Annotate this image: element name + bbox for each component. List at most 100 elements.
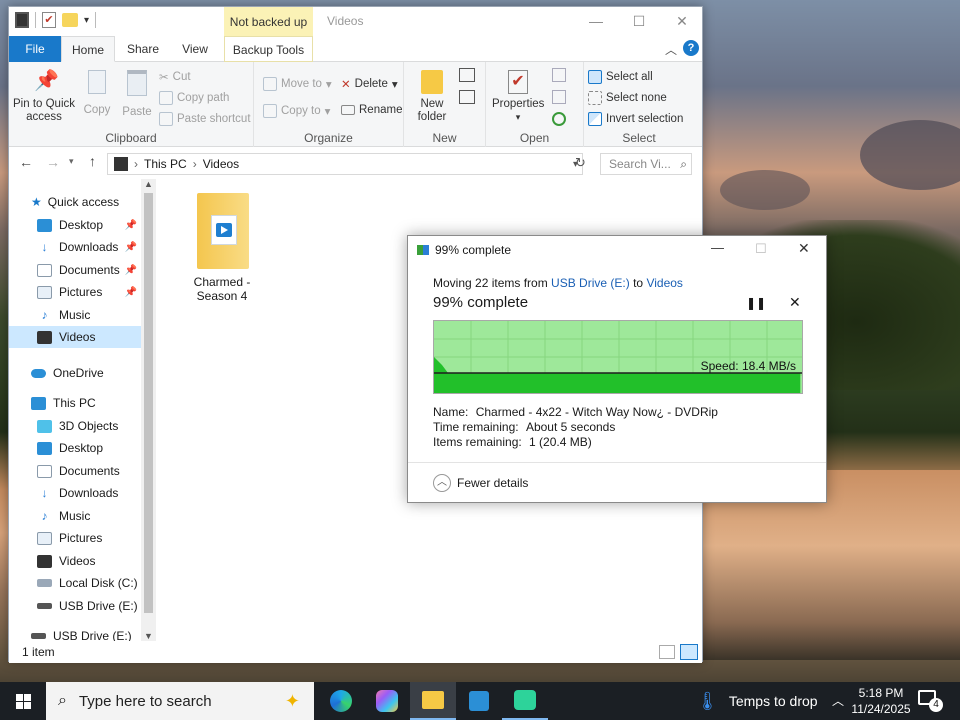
computer-icon [31,396,46,410]
breadcrumb-videos[interactable]: Videos [203,157,239,171]
cancel-transfer-button[interactable]: ✕ [789,294,801,311]
nav-pictures[interactable]: Pictures 📌 [9,281,141,303]
source-link[interactable]: USB Drive (E:) [551,276,630,290]
rename-button[interactable]: Rename [341,104,402,116]
folder-item[interactable]: Charmed - Season 4 [184,193,260,303]
fewer-details-button[interactable]: ︿ Fewer details [433,474,528,492]
refresh-icon[interactable]: ↻ [575,155,586,171]
scroll-down-icon[interactable]: ▼ [144,631,153,641]
nav-label: OneDrive [53,366,104,380]
large-icons-view-icon[interactable] [680,644,698,660]
copilot-icon[interactable] [364,682,410,720]
nav-label: Pictures [59,285,103,299]
nav-downloads[interactable]: ↓ Downloads 📌 [9,236,141,258]
new-folder-icon[interactable] [62,13,78,27]
dialog-maximize-button[interactable]: ☐ [755,241,767,257]
nav-quick-access[interactable]: ★ Quick access [9,191,141,213]
select-all-button[interactable]: Select all [588,70,653,84]
details-view-icon[interactable] [659,645,675,659]
clipboard-icon [127,70,147,96]
taskbar-search-placeholder: Type here to search [78,692,212,710]
scroll-up-icon[interactable]: ▲ [144,179,153,189]
minimize-button[interactable]: — [574,7,618,36]
pause-button[interactable]: ❚❚ [746,296,766,310]
paste-button[interactable]: Paste [119,70,155,119]
maximize-button[interactable]: ☐ [617,7,661,36]
tab-file[interactable]: File [9,36,61,62]
nav-this-pc[interactable]: This PC [9,392,141,414]
nav-pc-videos[interactable]: Videos [9,550,141,572]
taskbar-search[interactable]: ⌕ Type here to search ✦ [46,682,314,720]
not-backed-up-tab[interactable]: Not backed up [224,7,313,37]
media-app-icon[interactable] [502,682,548,720]
store-icon[interactable] [456,682,502,720]
properties-check-icon[interactable]: ✔ [42,12,56,28]
tab-backup-tools[interactable]: Backup Tools [224,36,313,62]
address-box[interactable]: › This PC › Videos ▾ [107,153,583,175]
edge-browser-icon[interactable] [318,682,364,720]
nav-documents[interactable]: Documents 📌 [9,259,141,281]
nav-label: Documents [59,464,120,478]
copy-path-button[interactable]: Copy path [159,91,229,105]
scrollbar-thumb[interactable] [144,193,153,613]
move-to-button[interactable]: Move to ▾ [263,77,332,91]
select-none-button[interactable]: Select none [588,91,667,105]
name-value: Charmed - 4x22 - Witch Way Now¿ - DVDRip [475,405,718,419]
nav-onedrive[interactable]: OneDrive [9,362,141,384]
invert-selection-button[interactable]: Invert selection [588,112,683,126]
nav-videos[interactable]: Videos [9,326,141,348]
dialog-minimize-button[interactable]: — [711,240,724,255]
edit-icon[interactable] [552,90,566,104]
copy-button[interactable]: Copy [79,70,115,117]
clock[interactable]: 5:18 PM 11/24/2025 [851,685,911,717]
close-button[interactable]: ✕ [660,7,704,36]
nav-label: Documents [59,263,120,277]
nav-pc-downloads[interactable]: ↓ Downloads [9,482,141,504]
weather-widget[interactable]: 🌡 Temps to drop [696,682,818,720]
tab-view[interactable]: View [173,36,217,62]
nav-pc-usb-drive[interactable]: USB Drive (E:) [9,595,141,617]
file-explorer-taskbar-icon[interactable] [410,682,456,720]
properties-check-icon: ✔ [508,70,528,94]
nav-pc-music[interactable]: ♪ Music [9,505,141,527]
history-icon[interactable] [552,112,566,126]
paste-shortcut-button[interactable]: Paste shortcut [159,112,251,126]
nav-label: Videos [59,330,96,344]
properties-button[interactable]: ✔ Properties ▾ [492,70,544,124]
collapse-ribbon-icon[interactable]: ︿ [665,41,677,58]
up-arrow-icon[interactable]: ↑ [89,153,96,169]
nav-music[interactable]: ♪ Music [9,304,141,326]
search-input[interactable]: Search Vi... ⌕ [600,153,692,175]
cut-button[interactable]: ✂ Cut [159,70,191,84]
copy-to-button[interactable]: Copy to ▾ [263,104,330,118]
customize-chevron-icon[interactable]: ▾ [84,15,89,26]
nav-local-disk[interactable]: Local Disk (C:) [9,572,141,594]
dialog-close-button[interactable]: ✕ [798,240,810,257]
pin-to-quick-access-button[interactable]: 📌 Pin to Quick access [13,70,75,124]
new-item-icon[interactable] [459,68,475,82]
help-icon[interactable]: ? [683,40,699,56]
notification-center-button[interactable]: 4 [918,690,943,712]
tab-share[interactable]: Share [119,36,167,62]
back-arrow-icon[interactable]: ← [19,154,33,170]
nav-3d-objects[interactable]: 3D Objects [9,415,141,437]
windows-logo-icon [15,693,31,709]
nav-pc-documents[interactable]: Documents [9,460,141,482]
tab-home[interactable]: Home [61,36,115,62]
start-button[interactable] [0,682,46,720]
open-icon[interactable] [552,68,566,82]
new-folder-button[interactable]: New folder [412,70,452,124]
name-label: Name: [433,405,469,419]
easy-access-icon[interactable] [459,90,475,104]
nav-desktop[interactable]: Desktop 📌 [9,214,141,236]
nav-pc-pictures[interactable]: Pictures [9,527,141,549]
recent-chevron-icon[interactable]: ▾ [69,156,74,167]
show-hidden-icons-chevron[interactable]: ︿ [832,692,844,709]
breadcrumb-this-pc[interactable]: This PC [144,157,187,171]
forward-arrow-icon[interactable]: → [46,154,60,170]
nav-scrollbar[interactable]: ▲ ▼ [141,179,156,641]
destination-link[interactable]: Videos [646,276,682,290]
folder-name: Charmed - Season 4 [193,275,251,303]
nav-pc-desktop[interactable]: Desktop [9,437,141,459]
delete-button[interactable]: ✕ Delete ▾ [341,77,398,91]
